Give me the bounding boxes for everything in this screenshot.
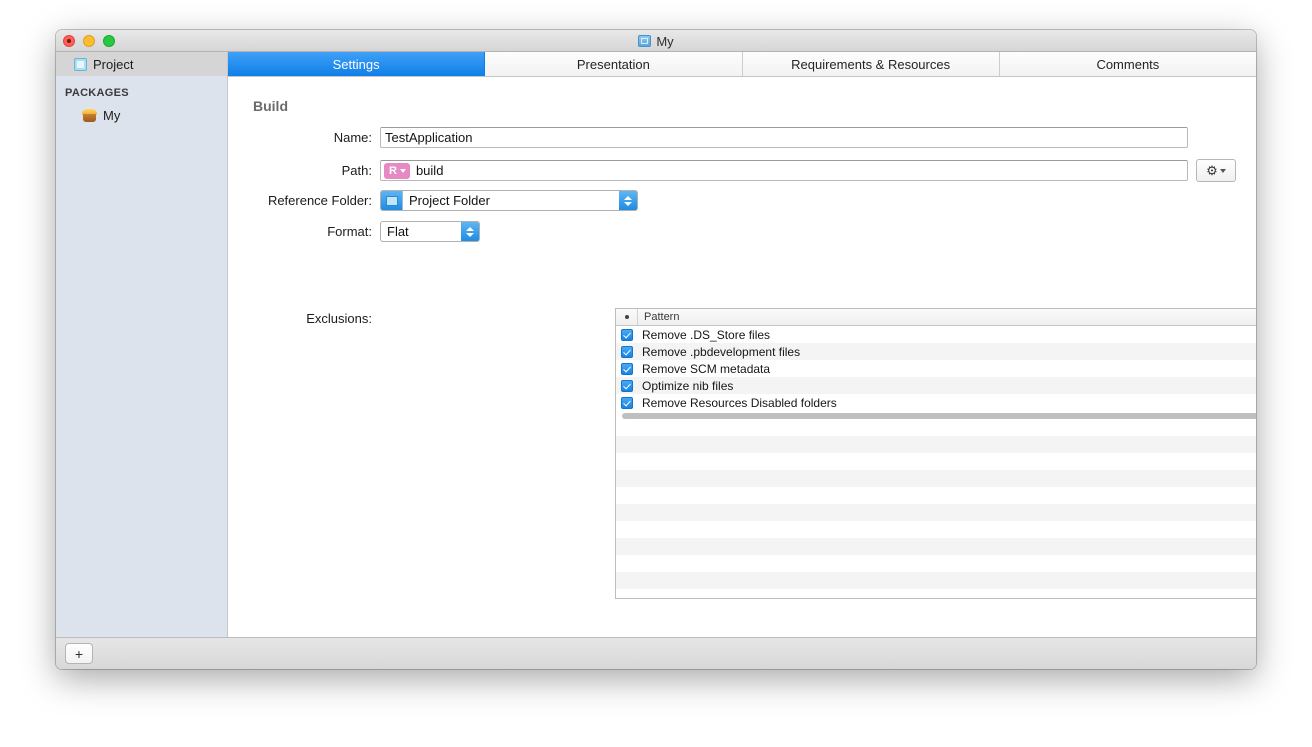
chevron-down-icon: [1219, 168, 1226, 173]
row-enabled-checkbox[interactable]: [616, 379, 638, 392]
window-body: Project PACKAGES My Settings Presentatio…: [56, 52, 1256, 663]
name-label: Name:: [333, 130, 372, 145]
app-window: My Project PACKAGES My Settings Presenta…: [56, 30, 1256, 669]
path-value: build: [415, 163, 444, 178]
row-enabled-checkbox[interactable]: [616, 396, 638, 409]
reference-folder-value: Project Folder: [409, 193, 490, 208]
path-settings-button[interactable]: ⚙: [1196, 159, 1236, 182]
main-pane: Settings Presentation Requirements & Res…: [228, 52, 1256, 663]
format-value: Flat: [387, 224, 409, 239]
column-header-enabled[interactable]: [616, 309, 638, 325]
tab-presentation[interactable]: Presentation: [485, 52, 743, 76]
add-package-button[interactable]: +: [65, 643, 93, 664]
tab-comments[interactable]: Comments: [1000, 52, 1256, 76]
project-icon: [74, 57, 87, 71]
page-title: Build: [253, 98, 288, 114]
table-empty-rows: [616, 419, 1256, 598]
table-row[interactable]: Optimize nib files: [616, 377, 1256, 394]
field-row-reference-folder: Reference Folder: Project Folder: [228, 190, 638, 211]
table-row[interactable]: Remove SCM metadata: [616, 360, 1256, 377]
path-label: Path:: [341, 163, 372, 178]
row-pattern-label: Optimize nib files: [642, 378, 734, 393]
row-enabled-checkbox[interactable]: [616, 345, 638, 358]
table-empty-row[interactable]: [616, 555, 1256, 572]
reference-folder-label: Reference Folder:: [267, 193, 372, 208]
table-empty-row[interactable]: [616, 487, 1256, 504]
bottom-toolbar: +: [56, 637, 1256, 669]
table-empty-row[interactable]: [616, 419, 1256, 436]
table-empty-row[interactable]: [616, 453, 1256, 470]
reference-folder-select[interactable]: Project Folder: [380, 190, 638, 211]
sidebar-item-project[interactable]: Project: [56, 52, 227, 76]
sidebar: Project PACKAGES My: [56, 52, 228, 637]
table-empty-row[interactable]: [616, 504, 1256, 521]
table-header-row: Pattern Kind RegEx: [616, 309, 1256, 326]
row-pattern-label: Remove .DS_Store files: [642, 327, 771, 342]
updown-chevron-icon: [461, 222, 479, 241]
tab-label: Presentation: [576, 56, 650, 72]
row-pattern-label: Remove .pbdevelopment files: [642, 344, 801, 359]
tab-bar: Settings Presentation Requirements & Res…: [228, 52, 1256, 77]
tab-settings[interactable]: Settings: [228, 52, 486, 76]
table-empty-row[interactable]: [616, 521, 1256, 538]
package-icon: [82, 108, 97, 122]
horizontal-scrollbar-track[interactable]: [616, 411, 1256, 419]
row-pattern-label: Remove Resources Disabled folders: [642, 395, 837, 410]
table-row[interactable]: Remove Resources Disabled folders: [616, 394, 1256, 411]
window-titlebar: My: [56, 30, 1256, 52]
field-row-path: Path: R build ⚙: [228, 159, 1236, 182]
folder-icon: [381, 191, 403, 210]
row-pattern-label: Remove SCM metadata: [642, 361, 771, 376]
field-row-exclusions: Exclusions:: [228, 311, 380, 326]
window-title: My: [656, 33, 674, 49]
exclusions-label: Exclusions:: [306, 311, 372, 326]
table-row[interactable]: Remove .DS_Store files: [616, 326, 1256, 343]
table-body: Remove .DS_Store files Remove .pbdevelopm…: [616, 326, 1256, 411]
row-enabled-checkbox[interactable]: [616, 362, 638, 375]
tab-label: Requirements & Resources: [791, 56, 951, 72]
sidebar-item-label: My: [103, 107, 121, 123]
document-icon: [638, 35, 652, 47]
tab-label: Settings: [332, 56, 380, 72]
table-empty-row[interactable]: [616, 436, 1256, 453]
table-empty-row[interactable]: [616, 538, 1256, 555]
chevron-down-icon: [399, 168, 406, 173]
format-label: Format:: [327, 224, 372, 239]
table-empty-row[interactable]: [616, 589, 1256, 598]
path-input[interactable]: R build: [380, 160, 1188, 181]
settings-content: Build Name: TestApplication Path: R buil…: [228, 77, 1256, 663]
row-enabled-checkbox[interactable]: [616, 328, 638, 341]
tab-requirements-resources[interactable]: Requirements & Resources: [743, 52, 1000, 76]
sidebar-item-label: Project: [93, 56, 134, 72]
table-empty-row[interactable]: [616, 572, 1256, 589]
sidebar-section-packages: PACKAGES: [65, 87, 129, 99]
window-title-group: My: [56, 30, 1256, 52]
field-row-name: Name: TestApplication: [228, 127, 1188, 148]
field-row-format: Format: Flat: [228, 221, 480, 242]
column-header-pattern[interactable]: Pattern: [638, 309, 1256, 325]
sidebar-item-my[interactable]: My: [56, 103, 227, 127]
tab-label: Comments: [1096, 56, 1160, 72]
name-value: TestApplication: [385, 130, 473, 145]
exclusions-table[interactable]: Pattern Kind RegEx Remove .DS_Store file…: [615, 308, 1256, 599]
name-input[interactable]: TestApplication: [380, 127, 1188, 148]
path-token-chip[interactable]: R: [384, 162, 410, 179]
format-select[interactable]: Flat: [380, 221, 480, 242]
path-token-label: R: [389, 164, 397, 177]
table-empty-row[interactable]: [616, 470, 1256, 487]
gear-icon: ⚙: [1206, 163, 1218, 178]
updown-chevron-icon: [619, 191, 637, 210]
table-row[interactable]: Remove .pbdevelopment files: [616, 343, 1256, 360]
